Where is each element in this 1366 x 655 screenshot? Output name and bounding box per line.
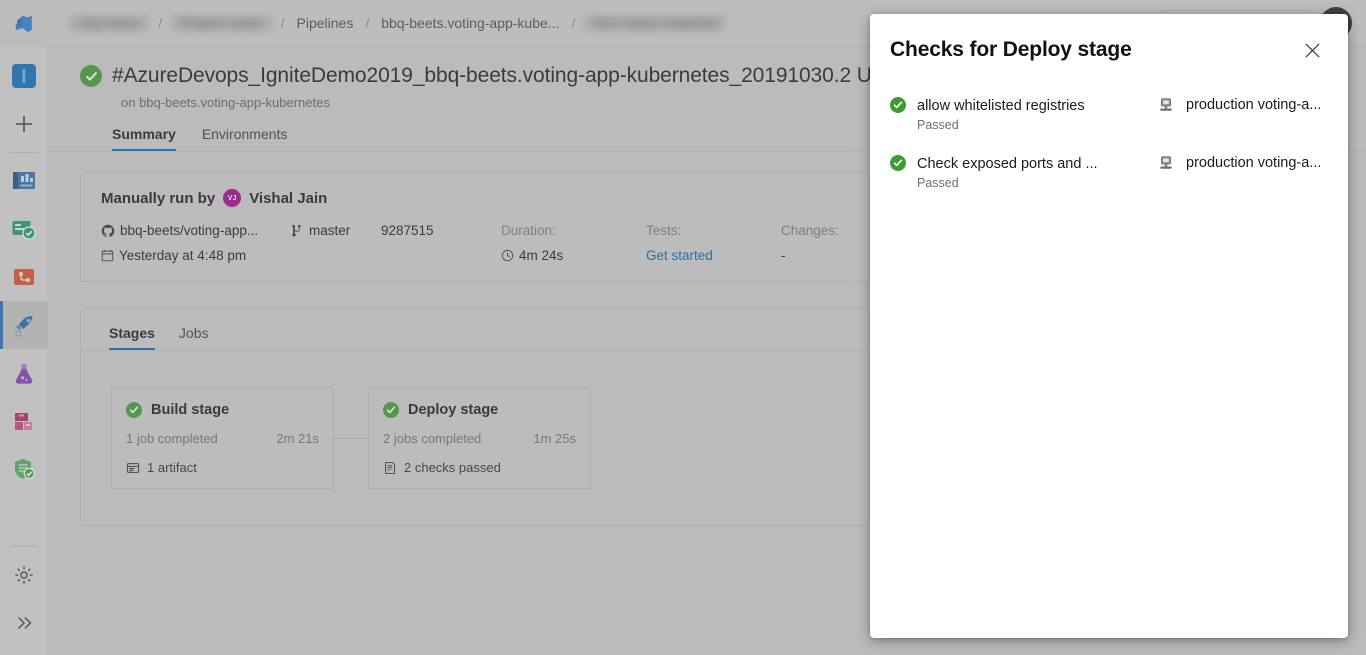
breadcrumb-pipelines[interactable]: Pipelines (287, 15, 364, 31)
stage-name: Build stage (151, 402, 229, 418)
stage-connector (334, 438, 368, 439)
breadcrumb-separator: / (569, 15, 577, 31)
rail-divider-bottom (10, 546, 38, 547)
breadcrumb-run[interactable]: Run name redacted (583, 15, 726, 31)
commit-id: 9287515 (381, 223, 434, 238)
duration-value: 4m 24s (519, 248, 563, 263)
branch-icon (291, 224, 304, 238)
app-root: Org name / Project name / Pipelines / bb… (0, 0, 1366, 655)
tests-label: Tests: (646, 223, 781, 238)
calendar-icon (101, 249, 114, 262)
check-name: allow whitelisted registries (917, 97, 1085, 115)
avatar[interactable]: VJ (223, 189, 241, 207)
duration-label: Duration: (501, 223, 646, 238)
tab-jobs[interactable]: Jobs (179, 325, 209, 350)
sidebar-item-security[interactable] (0, 445, 48, 493)
success-check-icon (80, 65, 102, 87)
stage-name: Deploy stage (408, 402, 498, 418)
checks-panel-title: Checks for Deploy stage (890, 38, 1132, 62)
sidebar-item-pipelines[interactable] (0, 301, 48, 349)
stage-summary: 1 job completed 2m 21s (126, 431, 319, 446)
breadcrumb-org[interactable]: Org name (68, 15, 150, 31)
commit-cell[interactable]: 9287515 (381, 223, 501, 238)
branch-name: master (309, 223, 350, 238)
breadcrumb-separator: / (363, 15, 371, 31)
run-by-label: Manually run by (101, 190, 215, 207)
check-info: allow whitelisted registries Passed (890, 97, 1150, 132)
check-info: Check exposed ports and ... Passed (890, 155, 1150, 190)
stage-header: Build stage (126, 402, 319, 418)
stage-checks-text: 2 checks passed (404, 460, 501, 475)
success-check-icon (890, 97, 906, 113)
resource-name: production voting-a... (1186, 155, 1321, 171)
stage-card-deploy[interactable]: Deploy stage 2 jobs completed 1m 25s 2 c… (368, 387, 591, 489)
breadcrumb-separator: / (279, 15, 287, 31)
checks-panel: Checks for Deploy stage allow whiteliste… (870, 14, 1348, 638)
clock-icon (501, 249, 514, 262)
page-title: #AzureDevops_IgniteDemo2019_bbq-beets.vo… (112, 64, 895, 88)
checks-list-icon (383, 461, 397, 475)
stage-header: Deploy stage (383, 402, 576, 418)
repo-name: bbq-beets/voting-app... (120, 223, 258, 238)
branch-cell[interactable]: master (291, 223, 381, 238)
sidebar-item-new[interactable] (0, 100, 48, 148)
repo-cell[interactable]: bbq-beets/voting-app... (101, 223, 291, 238)
close-icon[interactable] (1296, 34, 1328, 66)
stage-summary: 2 jobs completed 1m 25s (383, 431, 576, 446)
gear-icon[interactable] (0, 551, 48, 599)
tab-stages[interactable]: Stages (109, 325, 155, 350)
stage-checks-footer[interactable]: 2 checks passed (383, 460, 576, 475)
sidebar-item-artifacts[interactable] (0, 397, 48, 445)
sidebar-item-repos[interactable] (0, 253, 48, 301)
resource-server-icon (1158, 97, 1174, 113)
tab-environments[interactable]: Environments (202, 126, 288, 151)
resource-name: production voting-a... (1186, 97, 1321, 113)
duration-cell: 4m 24s (501, 248, 646, 263)
stage-jobs-count: 2 jobs completed (383, 431, 481, 446)
breadcrumb: Org name / Project name / Pipelines / bb… (62, 15, 732, 31)
rail-items (0, 46, 47, 493)
checks-panel-body: allow whitelisted registries Passed prod… (870, 66, 1348, 204)
check-resource: production voting-a... (1158, 97, 1321, 113)
rail-bottom-items (0, 542, 48, 647)
breadcrumb-separator: / (156, 15, 164, 31)
double-chevron-right-icon[interactable] (0, 599, 48, 647)
azure-devops-logo[interactable] (0, 0, 48, 46)
tab-summary[interactable]: Summary (112, 126, 176, 151)
stage-footer[interactable]: 1 artifact (126, 460, 319, 475)
check-list-item[interactable]: allow whitelisted registries Passed prod… (890, 88, 1328, 146)
sidebar-item-test-plans[interactable] (0, 349, 48, 397)
github-icon (101, 224, 115, 238)
breadcrumb-pipeline-name[interactable]: bbq-beets.voting-app-kube... (371, 15, 569, 31)
status-badge: Passed (917, 118, 1085, 132)
date-cell: Yesterday at 4:48 pm (101, 248, 291, 263)
stage-artifact-text: 1 artifact (147, 460, 197, 475)
left-nav-rail (0, 0, 48, 655)
checks-panel-header: Checks for Deploy stage (870, 14, 1348, 66)
status-badge: Passed (917, 176, 1098, 190)
run-by-user: Vishal Jain (249, 190, 327, 207)
check-resource: production voting-a... (1158, 155, 1321, 171)
check-name: Check exposed ports and ... (917, 155, 1098, 173)
sidebar-item-org[interactable] (0, 52, 48, 100)
stage-duration: 2m 21s (276, 431, 319, 446)
rail-divider (10, 152, 38, 153)
sidebar-item-overview[interactable] (0, 157, 48, 205)
resource-server-icon (1158, 155, 1174, 171)
check-list-item[interactable]: Check exposed ports and ... Passed produ… (890, 146, 1328, 204)
success-check-icon (890, 155, 906, 171)
artifact-icon (126, 461, 140, 475)
success-check-icon (126, 402, 142, 418)
stage-card-build[interactable]: Build stage 1 job completed 2m 21s 1 art… (111, 387, 334, 489)
run-date: Yesterday at 4:48 pm (119, 248, 246, 263)
success-check-icon (383, 402, 399, 418)
sidebar-item-boards[interactable] (0, 205, 48, 253)
stage-jobs-count: 1 job completed (126, 431, 218, 446)
stage-duration: 1m 25s (533, 431, 576, 446)
breadcrumb-project[interactable]: Project name (170, 15, 272, 31)
tests-link[interactable]: Get started (646, 248, 781, 263)
